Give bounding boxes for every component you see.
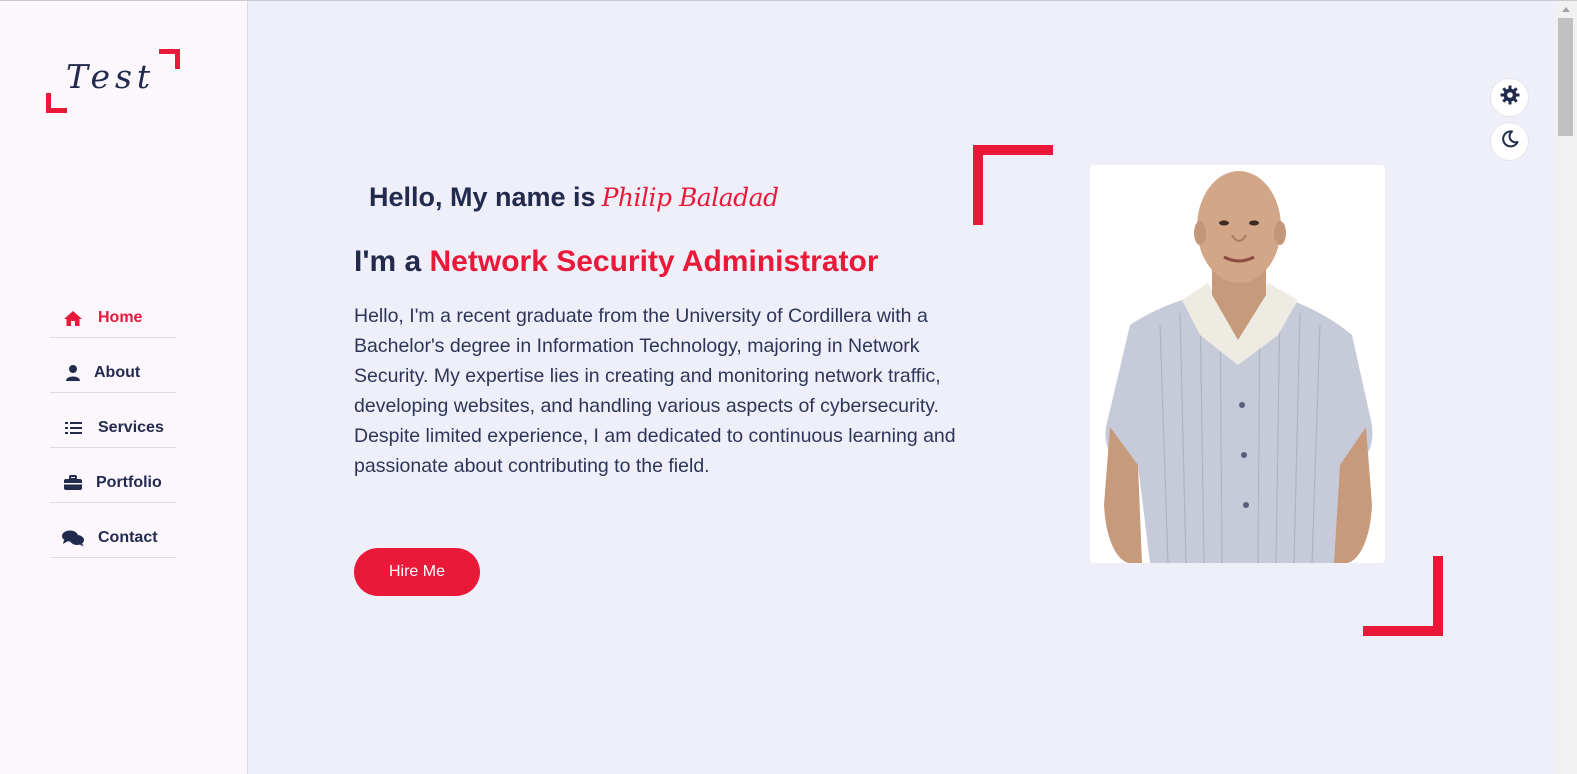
logo-text: Test	[66, 57, 156, 96]
hero-description: Hello, I'm a recent graduate from the Un…	[354, 305, 956, 477]
sidebar-item-label: About	[94, 364, 141, 381]
scrollbar-thumb[interactable]	[1558, 18, 1573, 136]
role-title: Network Security Administrator	[429, 245, 879, 278]
logo-corner-top-right	[159, 49, 180, 69]
page-scrollbar[interactable]	[1556, 1, 1577, 774]
sidebar-item-services[interactable]: Services	[50, 393, 176, 448]
role-prefix: I'm a	[354, 245, 422, 278]
sidebar: Test Home About Services Portfolio Conta…	[0, 1, 248, 774]
sidebar-item-contact[interactable]: Contact	[50, 503, 176, 558]
greeting-text: Hello, My name is	[369, 182, 596, 212]
home-icon	[62, 309, 84, 327]
greeting: Hello, My name is Philip Baladad	[369, 182, 779, 213]
scroll-up-arrow-icon[interactable]	[1562, 7, 1570, 12]
settings-button[interactable]	[1490, 78, 1529, 117]
list-icon	[62, 419, 84, 437]
sidebar-item-label: Home	[98, 309, 143, 326]
gear-icon	[1500, 85, 1520, 110]
sidebar-item-about[interactable]: About	[50, 338, 176, 393]
moon-icon	[1501, 130, 1519, 153]
sidebar-item-home[interactable]: Home	[50, 283, 176, 338]
comments-icon	[62, 529, 84, 547]
role-heading: I'm a Network Security Administrator	[354, 245, 879, 279]
sidebar-item-portfolio[interactable]: Portfolio	[50, 448, 176, 503]
person-name: Philip Baladad	[601, 183, 779, 212]
sidebar-item-label: Portfolio	[96, 474, 162, 491]
hire-me-button[interactable]: Hire Me	[354, 548, 480, 596]
user-icon	[62, 364, 84, 382]
sidebar-item-label: Services	[98, 419, 164, 436]
photo-frame-top-left	[973, 145, 1053, 225]
sidebar-nav: Home About Services Portfolio Contact	[50, 283, 176, 558]
photo-frame-bottom-right	[1363, 556, 1443, 636]
theme-toggle-button[interactable]	[1490, 122, 1529, 161]
logo-corner-bottom-left	[46, 93, 67, 113]
briefcase-icon	[62, 474, 84, 492]
logo[interactable]: Test	[46, 49, 180, 113]
profile-photo	[1090, 165, 1385, 563]
sidebar-item-label: Contact	[98, 529, 158, 546]
